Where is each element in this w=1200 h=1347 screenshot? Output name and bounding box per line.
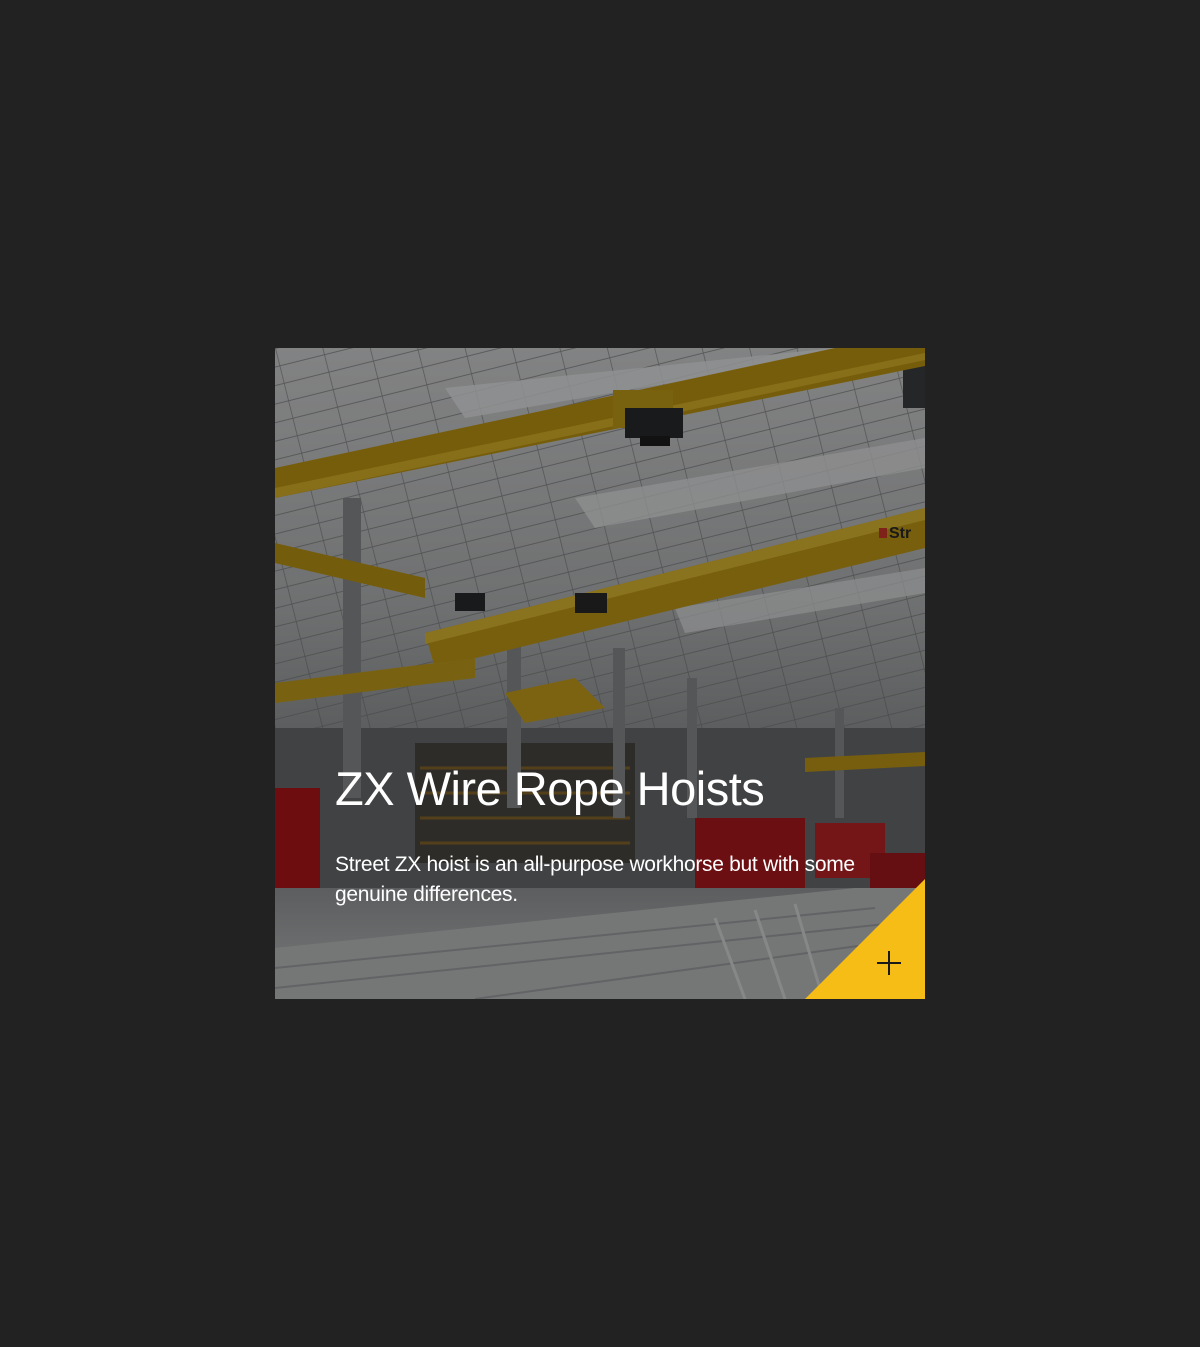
expand-button[interactable]	[805, 879, 925, 999]
card-description: Street ZX hoist is an all-purpose workho…	[335, 853, 855, 906]
card-title: ZX Wire Rope Hoists	[335, 762, 765, 815]
product-card[interactable]: Str ZX Wire Rope Hoists Street ZX hoist …	[275, 348, 925, 999]
